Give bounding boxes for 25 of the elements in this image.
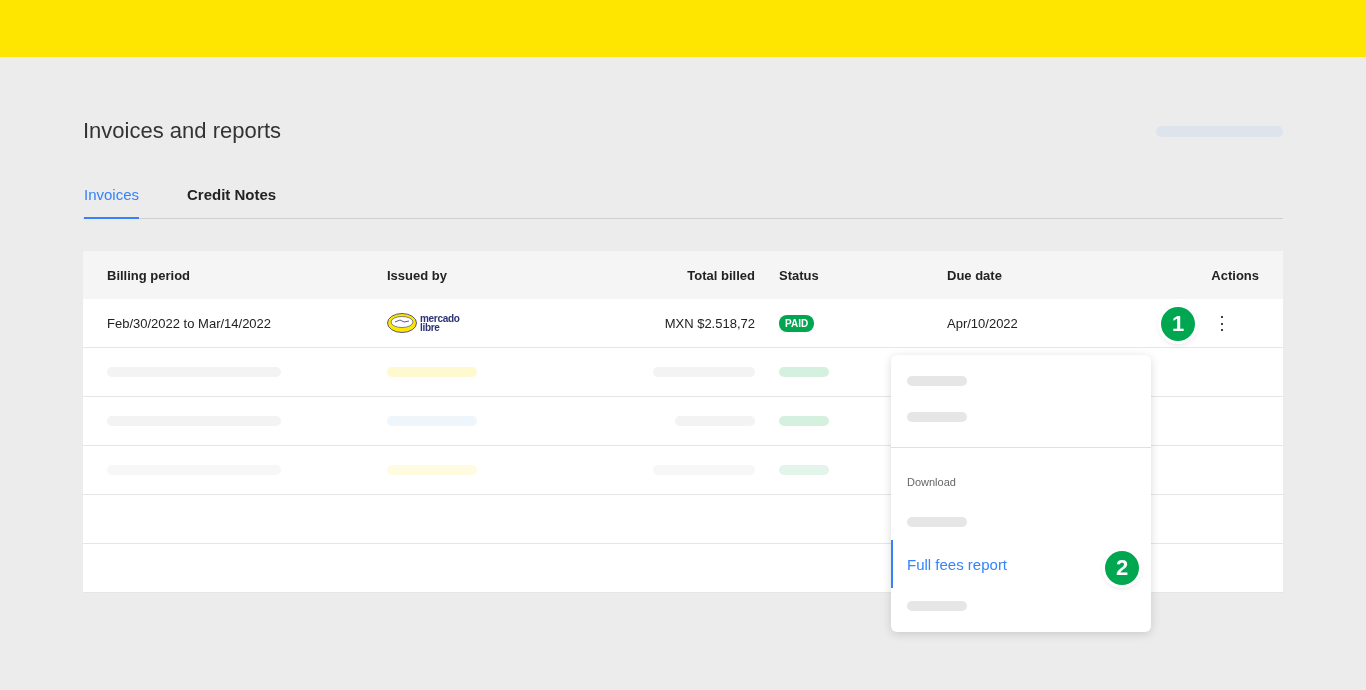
page-title: Invoices and reports [83, 118, 282, 144]
skeleton-bar [907, 601, 967, 611]
column-header: Billing period [107, 267, 192, 283]
skeleton-bar [779, 367, 829, 377]
skeleton-bar [779, 416, 829, 426]
skeleton-bar [907, 517, 967, 527]
skeleton-bar [907, 412, 967, 422]
column-header: Actions [1211, 267, 1259, 283]
table-cell-text: Feb/30/2022 to Mar/14/2022 [107, 315, 273, 331]
column-header: Due date [947, 267, 1003, 283]
handshake-logo-icon [387, 313, 417, 333]
more-actions-button[interactable]: ⋮ [1209, 314, 1235, 332]
column-header: Total billed [687, 267, 755, 283]
menu-section-label: Download [906, 475, 957, 490]
tab[interactable]: Credit Notes [187, 186, 277, 219]
status-badge: PAID [779, 314, 815, 332]
skeleton-bar [779, 465, 829, 475]
table-cell: MXN $2.518,72 [664, 315, 755, 331]
skeleton-bar [907, 376, 967, 386]
table-cell-text: Apr/10/2022 [947, 315, 1019, 331]
column-header: Status [779, 267, 820, 283]
logo-text: mercado libre [420, 314, 460, 332]
column-header: Issued by [387, 267, 448, 283]
step-marker: 1 [1161, 307, 1195, 341]
step-marker: 2 [1105, 551, 1139, 585]
